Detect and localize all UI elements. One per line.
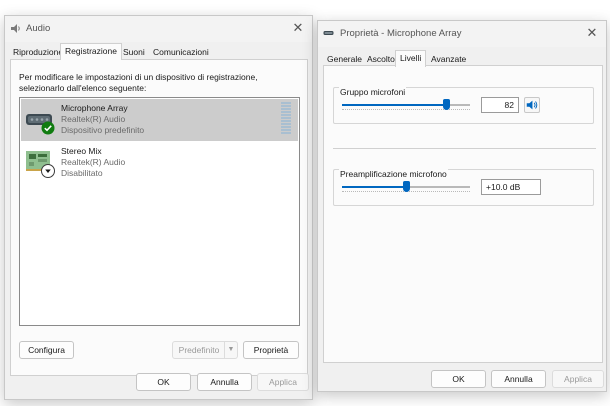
livelli-panel: Gruppo microfoni 82 Preamplificazione mi… [323,65,603,363]
green-check-icon [41,121,55,135]
instructions-text: Per modificare le impostazioni di un dis… [19,72,258,93]
tab-registrazione[interactable]: Registrazione [60,43,122,60]
audio-titlebar[interactable]: Audio ✕ [5,16,312,42]
cancel-button[interactable]: Annulla [491,370,546,388]
device-status: Dispositivo predefinito [61,125,145,135]
boost-fill [342,186,406,188]
apply-button[interactable]: Applica [552,370,604,388]
mic-level-thumb[interactable] [443,99,451,110]
device-status: Disabilitato [61,168,103,178]
configure-button[interactable]: Configura [19,341,74,359]
boost-label: Preamplificazione microfono [339,169,448,179]
tab-generale[interactable]: Generale [322,52,367,66]
list-item-stereo-mix[interactable]: Stereo Mix Realtek(R) Audio Disabilitato [21,142,298,184]
mic-level-fill [342,104,447,106]
chevron-down-icon[interactable]: ▼ [224,342,237,358]
mic-level-ticks [342,109,470,112]
properties-button[interactable]: Proprietà [243,341,299,359]
device-name: Stereo Mix [61,146,102,156]
speaker-icon [526,100,538,110]
default-button[interactable]: Predefinito [173,342,225,358]
boost-thumb[interactable] [402,181,410,192]
audio-tabstrip: Riproduzione Registrazione Suoni Comunic… [5,43,312,60]
microphone-array-small-icon [323,31,334,35]
mic-level-value[interactable]: 82 [481,97,519,113]
audio-close-icon[interactable]: ✕ [291,21,305,35]
speaker-app-icon [11,24,20,33]
properties-tabstrip: Generale Ascolto Livelli Avanzate [318,50,606,67]
mic-group: Gruppo microfoni 82 [333,87,594,124]
properties-titlebar[interactable]: Proprietà - Microphone Array ✕ [318,21,606,47]
mic-group-label: Gruppo microfoni [339,87,407,97]
properties-close-icon[interactable]: ✕ [585,26,599,40]
properties-window-title: Proprietà - Microphone Array [340,28,462,39]
boost-group: Preamplificazione microfono +10.0 dB [333,169,594,206]
tab-comunicazioni[interactable]: Comunicazioni [148,45,214,59]
device-driver: Realtek(R) Audio [61,157,126,167]
default-split-button[interactable]: Predefinito ▼ [172,341,238,359]
recording-device-list[interactable]: Microphone Array Realtek(R) Audio Dispos… [19,97,300,326]
apply-button[interactable]: Applica [257,373,309,391]
boost-value[interactable]: +10.0 dB [481,179,541,195]
device-driver: Realtek(R) Audio [61,114,126,124]
ok-button[interactable]: OK [136,373,191,391]
tab-avanzate[interactable]: Avanzate [426,52,471,66]
audio-window-title: Audio [26,23,51,34]
device-name: Microphone Array [61,103,128,113]
tab-suoni[interactable]: Suoni [118,45,150,59]
list-item-microphone-array[interactable]: Microphone Array Realtek(R) Audio Dispos… [21,99,298,141]
tab-livelli[interactable]: Livelli [395,50,427,67]
registrazione-panel: Per modificare le impostazioni di un dis… [10,59,308,376]
down-arrow-icon [41,164,55,178]
level-meter [281,102,291,136]
ok-button[interactable]: OK [431,370,486,388]
cancel-button[interactable]: Annulla [197,373,252,391]
separator [333,148,596,149]
mic-level-track[interactable] [342,104,470,106]
speaker-mute-icon[interactable] [524,97,540,113]
audio-window: Audio ✕ Riproduzione Registrazione Suoni… [4,15,313,400]
properties-window: Proprietà - Microphone Array ✕ Generale … [317,20,607,392]
